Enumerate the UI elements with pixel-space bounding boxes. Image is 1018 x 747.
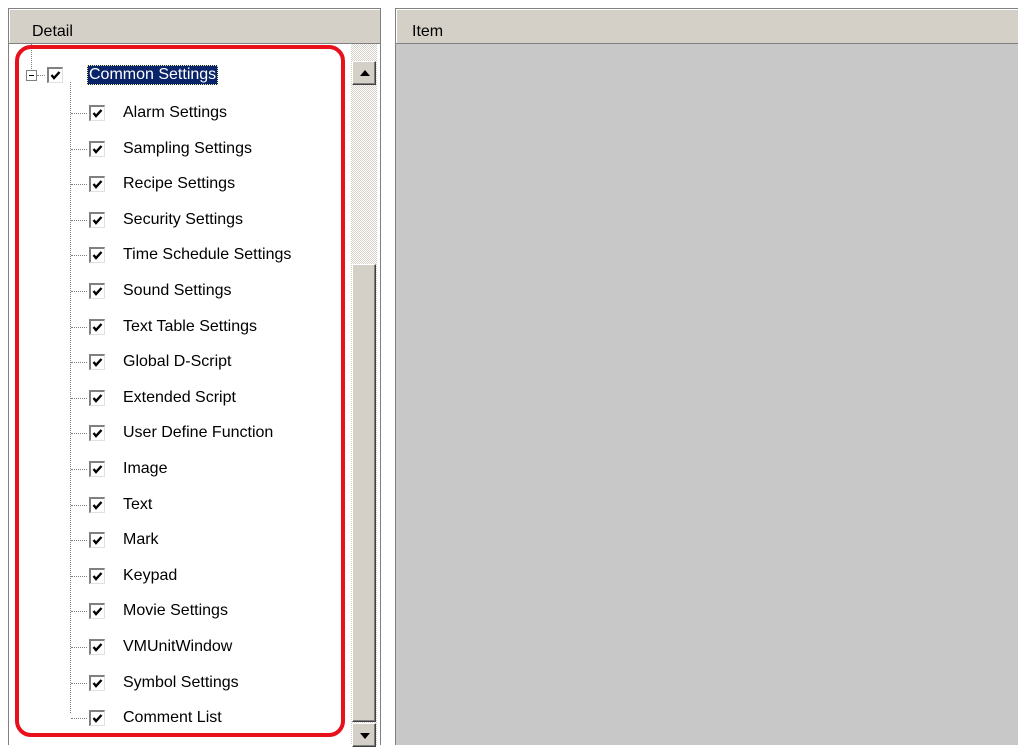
check-icon <box>92 358 103 367</box>
settings-tree: Common Settings Alarm Settings Sampling S… <box>9 44 349 745</box>
check-icon <box>92 180 103 189</box>
tree-connector-h <box>71 149 87 150</box>
scroll-up-button[interactable] <box>352 61 376 85</box>
check-icon <box>92 714 103 723</box>
tree-item-label[interactable]: Sampling Settings <box>123 139 252 159</box>
check-icon <box>92 394 103 403</box>
check-icon <box>92 216 103 225</box>
check-icon <box>92 323 103 332</box>
tree-item-label[interactable]: Image <box>123 459 167 479</box>
tree-connector-h <box>71 362 87 363</box>
item-header-label: Item <box>412 23 444 40</box>
item-checkbox[interactable] <box>89 568 105 584</box>
item-checkbox[interactable] <box>89 319 105 335</box>
check-icon <box>92 145 103 154</box>
detail-header[interactable]: Detail <box>9 9 380 44</box>
check-icon <box>50 71 61 80</box>
check-icon <box>92 287 103 296</box>
check-icon <box>92 251 103 260</box>
detail-header-label: Detail <box>32 23 73 40</box>
item-checkbox[interactable] <box>89 212 105 228</box>
check-icon <box>92 679 103 688</box>
tree-item-label[interactable]: Security Settings <box>123 210 243 230</box>
tree-connector-h <box>71 505 87 506</box>
tree-item-label[interactable]: Alarm Settings <box>123 103 227 123</box>
tree-connector-h <box>71 433 87 434</box>
check-icon <box>92 109 103 118</box>
tree-connector-h <box>71 220 87 221</box>
tree-connector-h <box>71 327 87 328</box>
item-checkbox[interactable] <box>89 247 105 263</box>
item-checkbox[interactable] <box>89 532 105 548</box>
tree-connector-root <box>31 44 32 69</box>
tree-item-label[interactable]: VMUnitWindow <box>123 637 232 657</box>
check-icon <box>92 536 103 545</box>
tree-item-label[interactable]: Keypad <box>123 566 177 586</box>
collapse-icon[interactable] <box>26 70 37 81</box>
item-checkbox[interactable] <box>89 283 105 299</box>
tree-connector-h <box>71 576 87 577</box>
item-checkbox[interactable] <box>89 105 105 121</box>
detail-panel: Detail Common Settings Alarm Settings Sam… <box>8 8 381 747</box>
tree-item-label[interactable]: Comment List <box>123 708 222 728</box>
item-checkbox[interactable] <box>89 639 105 655</box>
item-checkbox[interactable] <box>89 675 105 691</box>
item-checkbox[interactable] <box>89 354 105 370</box>
tree-item-label[interactable]: Mark <box>123 530 159 550</box>
item-checkbox[interactable] <box>89 176 105 192</box>
tree-item-label[interactable]: Extended Script <box>123 388 236 408</box>
down-arrow-icon <box>360 733 370 739</box>
tree-connector-h <box>71 291 87 292</box>
item-panel: Item <box>395 8 1018 745</box>
tree-connector-h <box>71 469 87 470</box>
item-checkbox[interactable] <box>89 390 105 406</box>
tree-connector-h <box>71 255 87 256</box>
check-icon <box>92 607 103 616</box>
vertical-scrollbar[interactable] <box>351 44 377 747</box>
tree-item-label[interactable]: Sound Settings <box>123 281 232 301</box>
check-icon <box>92 501 103 510</box>
item-checkbox[interactable] <box>89 603 105 619</box>
tree-root-label[interactable]: Common Settings <box>87 65 219 85</box>
tree-connector-h <box>71 647 87 648</box>
up-arrow-icon <box>360 70 370 76</box>
item-checkbox[interactable] <box>89 141 105 157</box>
root-checkbox[interactable] <box>47 67 63 83</box>
tree-connector-h <box>71 540 87 541</box>
item-checkbox[interactable] <box>89 461 105 477</box>
item-checkbox[interactable] <box>89 710 105 726</box>
check-icon <box>92 643 103 652</box>
tree-item-label[interactable]: Time Schedule Settings <box>123 245 291 265</box>
check-icon <box>92 429 103 438</box>
item-checkbox[interactable] <box>89 425 105 441</box>
check-icon <box>92 465 103 474</box>
tree-connector-h <box>71 113 87 114</box>
tree-connector-h <box>71 683 87 684</box>
tree-item-label[interactable]: Recipe Settings <box>123 174 235 194</box>
scroll-down-button[interactable] <box>352 723 376 747</box>
tree-connector-h <box>71 718 87 719</box>
tree-connector-h <box>71 611 87 612</box>
tree-connector-h <box>71 398 87 399</box>
tree-connector-root-h <box>37 75 45 76</box>
tree-item-label[interactable]: Text Table Settings <box>123 317 257 337</box>
tree-connector-h <box>71 184 87 185</box>
tree-item-label[interactable]: Symbol Settings <box>123 673 239 693</box>
check-icon <box>92 572 103 581</box>
tree-item-label[interactable]: Text <box>123 495 152 515</box>
tree-item-label[interactable]: Global D-Script <box>123 352 231 372</box>
item-checkbox[interactable] <box>89 497 105 513</box>
tree-item-label[interactable]: Movie Settings <box>123 601 228 621</box>
item-header[interactable]: Item <box>396 9 1018 44</box>
scroll-thumb[interactable] <box>352 264 376 722</box>
tree-item-label[interactable]: User Define Function <box>123 423 273 443</box>
